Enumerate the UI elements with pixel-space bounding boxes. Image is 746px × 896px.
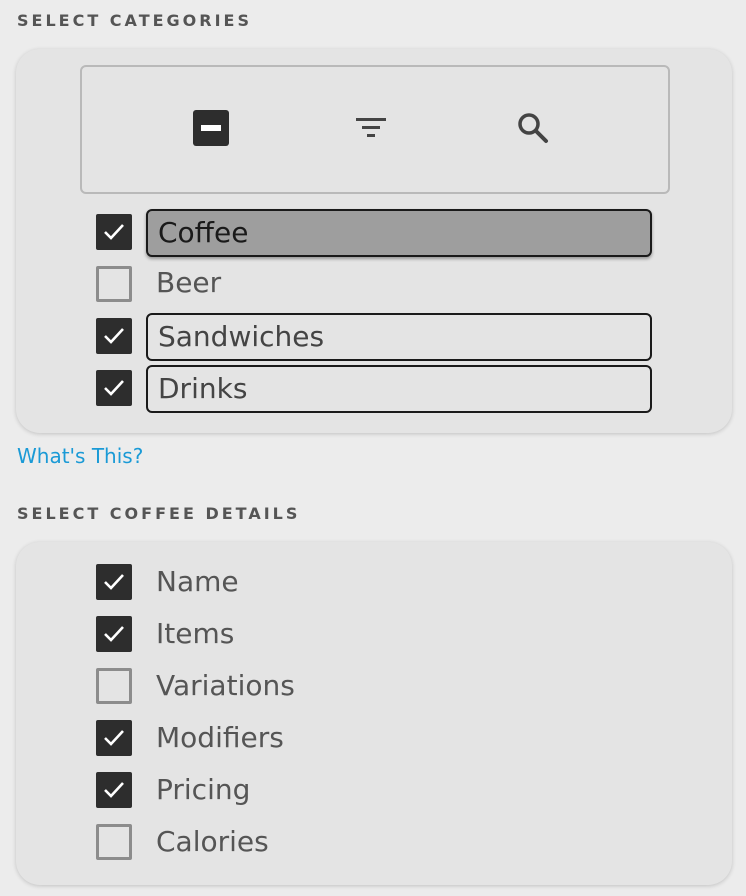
detail-label: Pricing bbox=[156, 773, 251, 806]
filter-button[interactable] bbox=[349, 106, 393, 150]
category-checkbox[interactable] bbox=[96, 266, 132, 302]
search-icon bbox=[518, 113, 548, 143]
deselect-all-button[interactable] bbox=[189, 106, 233, 150]
detail-row: Pricing bbox=[96, 767, 656, 811]
checkmark-icon bbox=[104, 380, 124, 396]
whats-this-link[interactable]: What's This? bbox=[17, 444, 143, 468]
detail-row: Modifiers bbox=[96, 715, 656, 759]
deselect-all-icon bbox=[193, 110, 229, 146]
category-row: Beer bbox=[96, 261, 656, 305]
detail-label: Items bbox=[156, 617, 235, 650]
detail-label: Variations bbox=[156, 669, 295, 702]
categories-card: Coffee Beer Sandwiches Drinks bbox=[16, 49, 732, 433]
detail-row: Items bbox=[96, 611, 656, 655]
checkmark-icon bbox=[104, 782, 124, 798]
details-section-title: SELECT COFFEE DETAILS bbox=[17, 504, 301, 523]
checkmark-icon bbox=[104, 730, 124, 746]
detail-checkbox[interactable] bbox=[96, 772, 132, 808]
category-label[interactable]: Beer bbox=[146, 261, 652, 309]
category-checkbox[interactable] bbox=[96, 318, 132, 354]
details-card: Name Items Variations Modifiers Pricing Calor… bbox=[16, 542, 732, 885]
detail-checkbox[interactable] bbox=[96, 720, 132, 756]
detail-label: Calories bbox=[156, 825, 269, 858]
checkmark-icon bbox=[104, 574, 124, 590]
category-row: Sandwiches bbox=[96, 313, 656, 361]
detail-row: Calories bbox=[96, 819, 656, 863]
categories-toolbar bbox=[80, 65, 670, 194]
search-button[interactable] bbox=[511, 106, 555, 150]
categories-section-title: SELECT CATEGORIES bbox=[17, 11, 252, 30]
category-label[interactable]: Coffee bbox=[146, 209, 652, 257]
category-label[interactable]: Drinks bbox=[146, 365, 652, 413]
detail-label: Modifiers bbox=[156, 721, 284, 754]
category-checkbox[interactable] bbox=[96, 370, 132, 406]
detail-checkbox[interactable] bbox=[96, 668, 132, 704]
category-checkbox[interactable] bbox=[96, 214, 132, 250]
detail-checkbox[interactable] bbox=[96, 824, 132, 860]
detail-checkbox[interactable] bbox=[96, 616, 132, 652]
checkmark-icon bbox=[104, 626, 124, 642]
checkmark-icon bbox=[104, 224, 124, 240]
detail-row: Name bbox=[96, 559, 656, 603]
detail-row: Variations bbox=[96, 663, 656, 707]
checkmark-icon bbox=[104, 328, 124, 344]
filter-icon bbox=[356, 118, 386, 137]
category-row: Drinks bbox=[96, 365, 656, 413]
category-label[interactable]: Sandwiches bbox=[146, 313, 652, 361]
detail-checkbox[interactable] bbox=[96, 564, 132, 600]
category-row: Coffee bbox=[96, 209, 656, 257]
detail-label: Name bbox=[156, 565, 239, 598]
